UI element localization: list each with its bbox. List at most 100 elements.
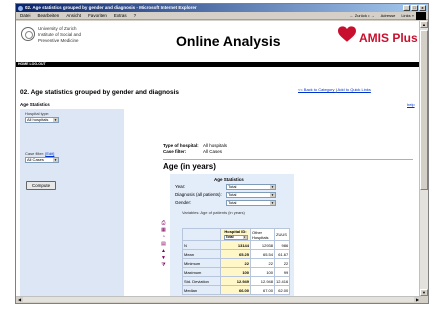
table-row: Minimum 22 22 22 bbox=[182, 258, 291, 268]
table-row: Maximum 100 100 99 bbox=[182, 267, 291, 277]
zuus-value: 62.00 bbox=[273, 285, 291, 295]
table-row: Mean 65.25 65.54 61.67 bbox=[182, 249, 291, 259]
zuus-value: 61.67 bbox=[273, 249, 291, 259]
site-header: University of Zurich Institute of Social… bbox=[16, 21, 421, 63]
browser-window: 02. Age statistics grouped by gender and… bbox=[15, 3, 429, 304]
university-name: University of Zurich Institute of Social… bbox=[38, 26, 82, 43]
filter-info: Type of hospital: All hospitals Case filt… bbox=[163, 143, 227, 155]
maximize-button[interactable]: □ bbox=[411, 5, 418, 11]
window-title: 02. Age statistics grouped by gender and… bbox=[25, 5, 197, 10]
row-label: N bbox=[182, 240, 221, 250]
vertical-scrollbar[interactable]: ▲ ▼ bbox=[419, 21, 428, 296]
menu-favoriten[interactable]: Favoriten bbox=[88, 13, 107, 18]
funnel-icon[interactable]: ⧩ bbox=[161, 263, 166, 268]
other-hospitals-header: Other Hospitals bbox=[250, 228, 275, 241]
table-row: Median 66.00 67.00 62.00 bbox=[182, 285, 291, 295]
hospital-type-select[interactable]: All hospitals ▼ bbox=[25, 117, 59, 123]
menu-bearbeiten[interactable]: Bearbeiten bbox=[38, 13, 60, 18]
excel-icon[interactable]: ▦ bbox=[161, 228, 166, 233]
ie-icon bbox=[18, 5, 23, 11]
zuus-value: 12.416 bbox=[273, 276, 291, 286]
back-button[interactable]: ← Zurück • → bbox=[350, 12, 375, 20]
row-label: Median bbox=[182, 285, 221, 295]
brand-name: AMIS Plus bbox=[359, 31, 418, 45]
close-button[interactable]: x bbox=[419, 5, 426, 11]
add-quick-links-link[interactable]: Add to Quick Links bbox=[338, 87, 371, 92]
back-to-category-link[interactable]: << Back to Category bbox=[298, 87, 334, 92]
year-select[interactable]: Total ▼ bbox=[226, 184, 276, 190]
section-title: Age (in years) bbox=[163, 162, 216, 171]
diagnosis-select[interactable]: Total ▼ bbox=[226, 192, 276, 198]
row-label: Std. Deviation bbox=[182, 276, 221, 286]
hospital-value: 65.25 bbox=[220, 249, 251, 259]
link-separator: | bbox=[335, 87, 337, 92]
zuus-value: 99 bbox=[273, 267, 291, 277]
arrow-down-icon[interactable]: ▼ bbox=[161, 256, 166, 261]
case-filter-label: Case filter: [Edit] bbox=[25, 151, 55, 156]
scroll-up-icon[interactable]: ▲ bbox=[420, 21, 428, 28]
help-link[interactable]: help bbox=[407, 102, 415, 107]
status-bar bbox=[16, 302, 428, 303]
arrow-up-icon[interactable]: ▲ bbox=[161, 249, 166, 254]
results-table: Hospital ID: Total ▼ Other Hospitals ZUU… bbox=[182, 228, 291, 295]
links-label[interactable]: Links » bbox=[401, 12, 414, 20]
scroll-thumb[interactable] bbox=[420, 30, 428, 190]
variables-note: Variables: Age of patients (in years) bbox=[182, 210, 245, 215]
page-content: University of Zurich Institute of Social… bbox=[16, 21, 421, 296]
chevron-down-icon: ▼ bbox=[270, 193, 275, 197]
table-row: Std. Deviation 12.949 12.948 12.416 bbox=[182, 276, 291, 286]
chevron-down-icon: ▼ bbox=[53, 158, 58, 162]
row-label: Mean bbox=[182, 249, 221, 259]
chevron-down-icon: ▼ bbox=[242, 236, 247, 239]
divider bbox=[163, 159, 413, 160]
case-filter-select[interactable]: All Cases ▼ bbox=[25, 157, 59, 163]
statistics-panel: Age Statistics Year: Total ▼ Diagnosis (… bbox=[170, 174, 294, 296]
other-value: 22 bbox=[250, 258, 275, 268]
other-value: 100 bbox=[250, 267, 275, 277]
row-label: Maximum bbox=[182, 267, 221, 277]
hospital-id-header: Hospital ID: Total ▼ bbox=[220, 228, 251, 241]
chevron-down-icon: ▼ bbox=[270, 185, 275, 189]
zuus-value: 22 bbox=[273, 258, 291, 268]
hospital-id-select[interactable]: Total ▼ bbox=[223, 235, 248, 240]
compute-button[interactable]: Compute bbox=[26, 181, 56, 190]
row-label: Minimum bbox=[182, 258, 221, 268]
print-icon[interactable]: ⎙ bbox=[161, 221, 166, 226]
gender-label: Gender: bbox=[175, 200, 192, 205]
gender-select[interactable]: Total ▼ bbox=[226, 200, 276, 206]
table-row: N 13144 12938 986 bbox=[182, 240, 291, 250]
case-filter-key: Case filter: bbox=[163, 149, 187, 154]
nav-strip[interactable]: HOME LOG-OUT bbox=[16, 62, 421, 67]
sidebar: Hospital type: All hospitals ▼ Case filt… bbox=[20, 109, 124, 296]
chart-icon[interactable]: ◔ bbox=[161, 235, 166, 240]
edit-case-filter-link[interactable]: [Edit] bbox=[45, 151, 54, 156]
hospital-value: 66.00 bbox=[220, 285, 251, 295]
page-title: 02. Age statistics grouped by gender and… bbox=[20, 89, 180, 96]
hospital-type-label: Hospital type: bbox=[25, 111, 50, 116]
hospital-value: 22 bbox=[220, 258, 251, 268]
menu-extras[interactable]: Extras bbox=[114, 13, 127, 18]
address-label[interactable]: Adresse bbox=[381, 12, 396, 20]
table-icon[interactable]: ▤ bbox=[161, 242, 166, 247]
other-value: 12.948 bbox=[250, 276, 275, 286]
top-links: << Back to Category | Add to Quick Links bbox=[298, 87, 371, 92]
year-label: Year: bbox=[175, 184, 186, 189]
hospital-type-value: All hospitals bbox=[203, 143, 228, 148]
statistics-heading: Age Statistics bbox=[214, 177, 244, 182]
scroll-down-icon[interactable]: ▼ bbox=[420, 289, 428, 296]
menu-datei[interactable]: Datei bbox=[20, 13, 31, 18]
sidebar-title: Age Statistics bbox=[20, 102, 50, 107]
tool-icons: ⎙ ▦ ◔ ▤ ▲ ▼ ⧩ bbox=[161, 221, 167, 268]
windows-logo-icon bbox=[416, 12, 426, 20]
other-value: 65.54 bbox=[250, 249, 275, 259]
menu-help[interactable]: ? bbox=[134, 13, 137, 18]
site-title: Online Analysis bbox=[176, 33, 281, 49]
zuus-value: 986 bbox=[273, 240, 291, 250]
minimize-button[interactable]: _ bbox=[403, 5, 410, 11]
zuus-header: ZUUS bbox=[273, 228, 291, 241]
menu-ansicht[interactable]: Ansicht bbox=[66, 13, 81, 18]
case-filter-value: All Cases bbox=[203, 149, 223, 154]
other-value: 67.00 bbox=[250, 285, 275, 295]
chevron-down-icon: ▼ bbox=[270, 201, 275, 205]
hospital-value: 100 bbox=[220, 267, 251, 277]
